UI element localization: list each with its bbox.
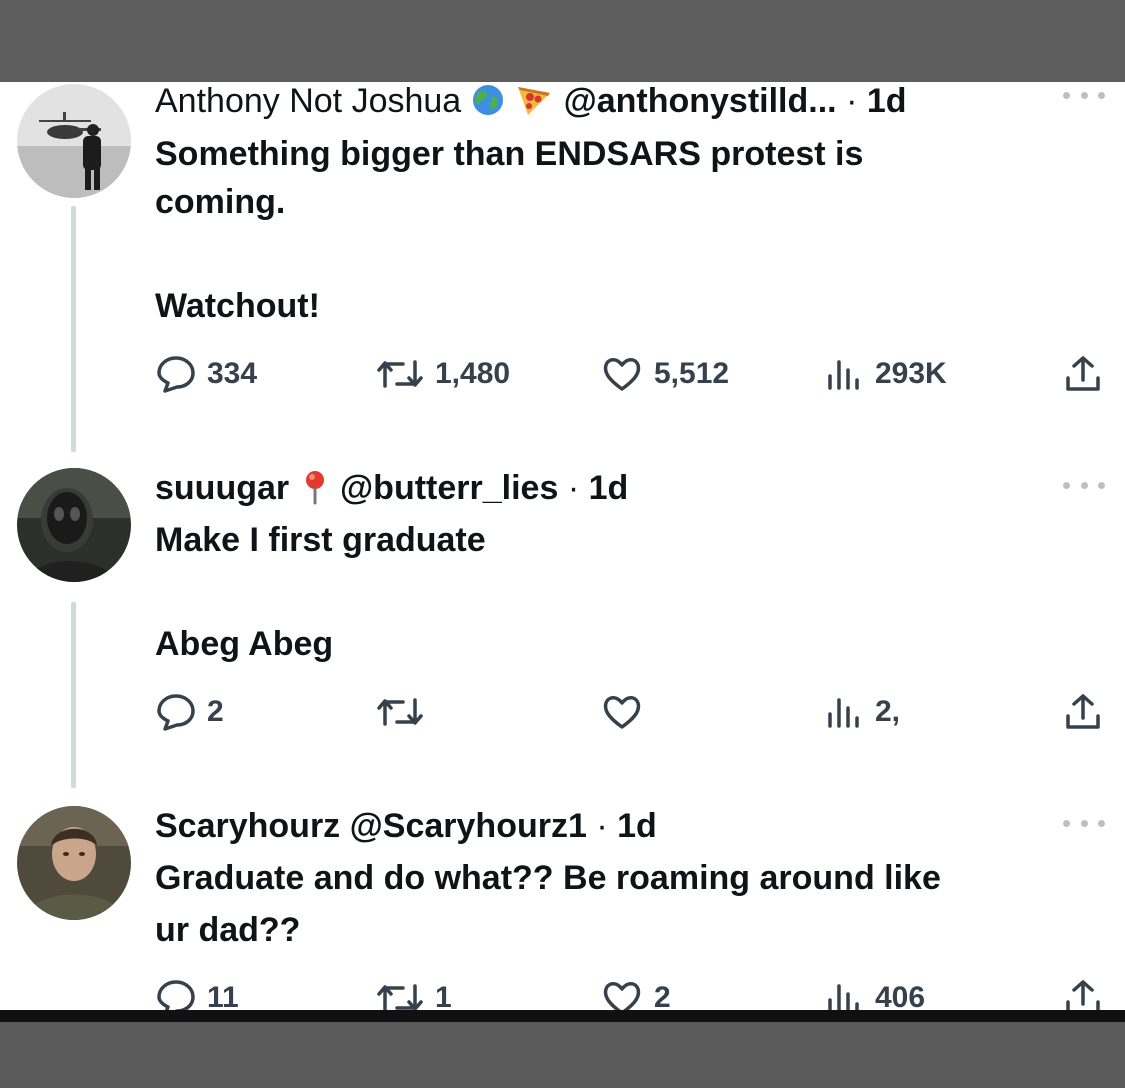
retweet-button[interactable] [375, 692, 435, 732]
avatar-scaryhourz[interactable] [17, 806, 131, 920]
thread-line [71, 206, 76, 452]
reply-button[interactable]: 11 [155, 978, 239, 1010]
like-count: 5,512 [654, 357, 730, 390]
display-name[interactable]: Scaryhourz [155, 807, 340, 845]
more-dots-icon[interactable] [1063, 482, 1105, 496]
timestamp[interactable]: 1d [617, 807, 657, 845]
views-count: 406 [875, 981, 926, 1010]
display-name[interactable]: suuugar [155, 469, 289, 507]
reply-count: 334 [207, 357, 258, 390]
tweet-text-line: Graduate and do what?? Be roaming around… [155, 859, 941, 897]
thread-line [71, 602, 76, 788]
user-handle[interactable]: @Scaryhourz1 [350, 807, 587, 845]
share-button[interactable] [1063, 978, 1103, 1010]
share-upload-icon [1066, 356, 1100, 391]
pushpin-emoji-icon [305, 471, 324, 505]
tweet-text-line: Watchout! [155, 287, 320, 325]
speech-bubble-icon [157, 980, 195, 1010]
views-button[interactable]: 293K [825, 354, 947, 394]
views-count: 293K [875, 357, 947, 390]
user-handle[interactable]: @anthonystilld... [564, 82, 837, 120]
user-handle[interactable]: @butterr_lies [340, 469, 558, 507]
share-button[interactable] [1063, 354, 1103, 394]
bottom-border [0, 1022, 1125, 1088]
heart-icon [603, 358, 641, 391]
views-button[interactable]: 2, [825, 692, 900, 732]
bar-chart-icon [828, 698, 859, 728]
tweet-header: Scaryhourz @Scaryhourz1 · 1d [155, 806, 657, 846]
bottom-divider [0, 1010, 1125, 1022]
tweet-header: suuugar @butterr_lies · 1d [155, 468, 628, 508]
tweet-thread: Anthony Not Joshua @anthonystilld... · 1… [0, 82, 1125, 1010]
tweet-text-line: Something bigger than ENDSARS protest is [155, 135, 864, 173]
views-button[interactable]: 406 [825, 978, 925, 1010]
avatar-suuugar[interactable] [17, 468, 131, 582]
speech-bubble-icon [157, 356, 195, 393]
like-button[interactable]: 2 [600, 978, 671, 1010]
separator-dot: · [596, 807, 608, 845]
like-count: 2 [654, 981, 671, 1010]
retweet-arrows-icon [377, 984, 423, 1010]
share-button[interactable] [1063, 692, 1103, 732]
reply-count: 11 [207, 981, 239, 1010]
retweet-button[interactable]: 1 [375, 978, 452, 1010]
reply-button[interactable]: 2 [155, 692, 224, 732]
retweet-button[interactable]: 1,480 [375, 354, 510, 394]
separator-dot: · [846, 82, 858, 120]
retweet-arrows-icon [377, 360, 423, 388]
share-upload-icon [1066, 980, 1100, 1010]
top-border [0, 0, 1125, 82]
speech-bubble-icon [157, 694, 195, 731]
tweet-text-line: coming. [155, 183, 286, 221]
reply-button[interactable]: 334 [155, 354, 257, 394]
more-dots-icon[interactable] [1063, 92, 1105, 106]
heart-icon [603, 696, 641, 729]
globe-emoji-icon [472, 85, 503, 116]
retweet-arrows-icon [377, 698, 423, 726]
retweet-count: 1,480 [435, 357, 511, 390]
share-upload-icon [1066, 694, 1100, 729]
bar-chart-icon [828, 360, 859, 390]
separator-dot: · [567, 469, 580, 507]
timestamp[interactable]: 1d [589, 469, 629, 507]
tweet-text-line: Make I first graduate [155, 521, 486, 559]
bar-chart-icon [828, 984, 859, 1010]
display-name[interactable]: Anthony Not Joshua [155, 82, 461, 120]
tweet-header: Anthony Not Joshua @anthonystilld... · 1… [155, 82, 907, 121]
more-dots-icon[interactable] [1063, 820, 1105, 834]
retweet-count: 1 [435, 981, 452, 1010]
reply-count: 2 [207, 695, 224, 728]
tweet-text-line: Abeg Abeg [155, 625, 334, 663]
views-count: 2, [875, 695, 901, 728]
avatar-anthony[interactable] [17, 84, 131, 198]
like-button[interactable]: 5,512 [600, 354, 729, 394]
heart-icon [603, 982, 641, 1010]
tweet-text-line: ur dad?? [155, 911, 301, 949]
pizza-emoji-icon [518, 87, 551, 116]
like-button[interactable] [600, 692, 654, 732]
timestamp[interactable]: 1d [867, 82, 907, 120]
